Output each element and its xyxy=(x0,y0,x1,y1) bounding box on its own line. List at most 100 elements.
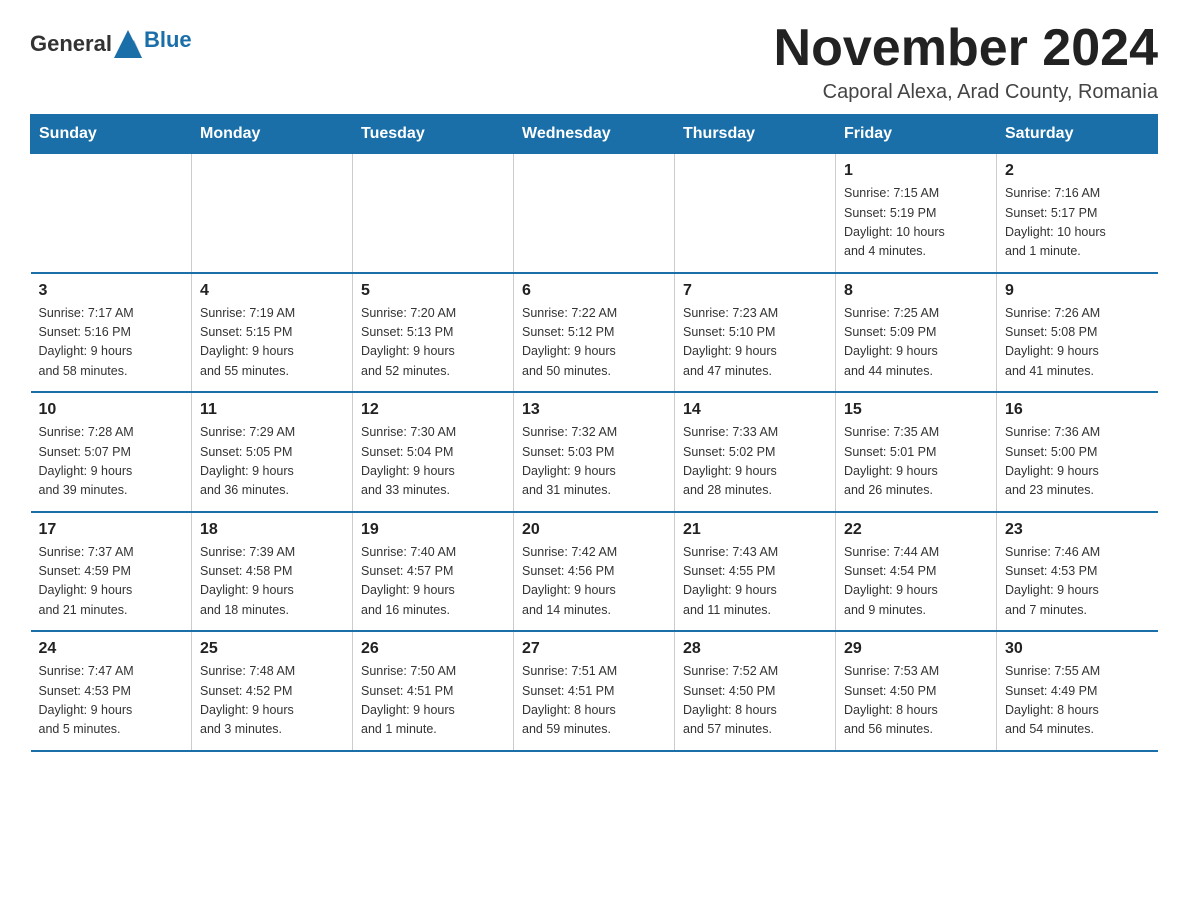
logo-general-text: General xyxy=(30,31,112,57)
title-area: November 2024 Caporal Alexa, Arad County… xyxy=(774,20,1158,104)
weekday-header-friday: Friday xyxy=(836,115,997,154)
day-number: 10 xyxy=(39,401,184,419)
calendar-body: 1Sunrise: 7:15 AM Sunset: 5:19 PM Daylig… xyxy=(31,154,1158,751)
day-info: Sunrise: 7:26 AM Sunset: 5:08 PM Dayligh… xyxy=(1005,304,1150,382)
calendar-cell xyxy=(353,154,514,273)
calendar-cell: 15 Sunrise: 7:35 AM Sunset: 5:01 PM Dayli… xyxy=(836,392,997,512)
calendar-cell xyxy=(675,154,836,273)
day-info: Sunrise: 7:16 AM Sunset: 5:17 PM Dayligh… xyxy=(1005,184,1150,262)
calendar-cell: 4Sunrise: 7:19 AM Sunset: 5:15 PM Daylig… xyxy=(192,273,353,393)
day-info: Sunrise: 7:46 AM Sunset: 4:53 PM Dayligh… xyxy=(1005,543,1150,621)
calendar-cell: 27 Sunrise: 7:51 AM Sunset: 4:51 PM Dayli… xyxy=(514,631,675,751)
day-info: Sunrise: 7:37 AM Sunset: 4:59 PM Dayligh… xyxy=(39,543,184,621)
day-info: Sunrise: 7:33 AM Sunset: 5:02 PM Dayligh… xyxy=(683,423,827,501)
day-info: Sunrise: 7:39 AM Sunset: 4:58 PM Dayligh… xyxy=(200,543,344,621)
day-number: 6 xyxy=(522,282,666,300)
day-info: Sunrise: 7:42 AM Sunset: 4:56 PM Dayligh… xyxy=(522,543,666,621)
day-info: Sunrise: 7:28 AM Sunset: 5:07 PM Dayligh… xyxy=(39,423,184,501)
calendar-cell: 6 Sunrise: 7:22 AM Sunset: 5:12 PM Daylig… xyxy=(514,273,675,393)
day-number: 27 xyxy=(522,640,666,658)
day-number: 24 xyxy=(39,640,184,658)
calendar-cell: 1Sunrise: 7:15 AM Sunset: 5:19 PM Daylig… xyxy=(836,154,997,273)
day-number: 22 xyxy=(844,521,988,539)
day-number: 14 xyxy=(683,401,827,419)
calendar-cell: 13Sunrise: 7:32 AM Sunset: 5:03 PM Dayli… xyxy=(514,392,675,512)
day-info: Sunrise: 7:44 AM Sunset: 4:54 PM Dayligh… xyxy=(844,543,988,621)
calendar-cell: 19 Sunrise: 7:40 AM Sunset: 4:57 PM Dayli… xyxy=(353,512,514,632)
day-info: Sunrise: 7:35 AM Sunset: 5:01 PM Dayligh… xyxy=(844,423,988,501)
calendar-cell xyxy=(31,154,192,273)
day-info: Sunrise: 7:55 AM Sunset: 4:49 PM Dayligh… xyxy=(1005,662,1150,740)
calendar-cell: 30Sunrise: 7:55 AM Sunset: 4:49 PM Dayli… xyxy=(997,631,1158,751)
day-info: Sunrise: 7:47 AM Sunset: 4:53 PM Dayligh… xyxy=(39,662,184,740)
day-info: Sunrise: 7:17 AM Sunset: 5:16 PM Dayligh… xyxy=(39,304,184,382)
day-number: 17 xyxy=(39,521,184,539)
day-info: Sunrise: 7:29 AM Sunset: 5:05 PM Dayligh… xyxy=(200,423,344,501)
calendar-cell: 22 Sunrise: 7:44 AM Sunset: 4:54 PM Dayli… xyxy=(836,512,997,632)
calendar-cell: 8 Sunrise: 7:25 AM Sunset: 5:09 PM Daylig… xyxy=(836,273,997,393)
day-number: 12 xyxy=(361,401,505,419)
page-header: General Blue November 2024 Caporal Alexa… xyxy=(30,20,1158,104)
weekday-header-saturday: Saturday xyxy=(997,115,1158,154)
day-info: Sunrise: 7:30 AM Sunset: 5:04 PM Dayligh… xyxy=(361,423,505,501)
day-info: Sunrise: 7:32 AM Sunset: 5:03 PM Dayligh… xyxy=(522,423,666,501)
calendar-cell: 18 Sunrise: 7:39 AM Sunset: 4:58 PM Dayli… xyxy=(192,512,353,632)
day-info: Sunrise: 7:25 AM Sunset: 5:09 PM Dayligh… xyxy=(844,304,988,382)
calendar-week-5: 24 Sunrise: 7:47 AM Sunset: 4:53 PM Dayli… xyxy=(31,631,1158,751)
day-number: 8 xyxy=(844,282,988,300)
weekday-header-sunday: Sunday xyxy=(31,115,192,154)
calendar-cell xyxy=(192,154,353,273)
day-number: 9 xyxy=(1005,282,1150,300)
day-number: 4 xyxy=(200,282,344,300)
day-info: Sunrise: 7:53 AM Sunset: 4:50 PM Dayligh… xyxy=(844,662,988,740)
day-number: 19 xyxy=(361,521,505,539)
calendar-cell: 21 Sunrise: 7:43 AM Sunset: 4:55 PM Dayli… xyxy=(675,512,836,632)
day-info: Sunrise: 7:52 AM Sunset: 4:50 PM Dayligh… xyxy=(683,662,827,740)
day-number: 25 xyxy=(200,640,344,658)
day-info: Sunrise: 7:50 AM Sunset: 4:51 PM Dayligh… xyxy=(361,662,505,740)
day-info: Sunrise: 7:36 AM Sunset: 5:00 PM Dayligh… xyxy=(1005,423,1150,501)
calendar-header: SundayMondayTuesdayWednesdayThursdayFrid… xyxy=(31,115,1158,154)
day-number: 5 xyxy=(361,282,505,300)
day-info: Sunrise: 7:15 AM Sunset: 5:19 PM Dayligh… xyxy=(844,184,988,262)
calendar-cell: 23 Sunrise: 7:46 AM Sunset: 4:53 PM Dayli… xyxy=(997,512,1158,632)
calendar-cell: 26 Sunrise: 7:50 AM Sunset: 4:51 PM Dayli… xyxy=(353,631,514,751)
weekday-header-wednesday: Wednesday xyxy=(514,115,675,154)
calendar-cell: 12 Sunrise: 7:30 AM Sunset: 5:04 PM Dayli… xyxy=(353,392,514,512)
calendar-cell: 28Sunrise: 7:52 AM Sunset: 4:50 PM Dayli… xyxy=(675,631,836,751)
month-title: November 2024 xyxy=(774,20,1158,77)
day-info: Sunrise: 7:23 AM Sunset: 5:10 PM Dayligh… xyxy=(683,304,827,382)
calendar-cell: 9 Sunrise: 7:26 AM Sunset: 5:08 PM Daylig… xyxy=(997,273,1158,393)
calendar-cell: 7 Sunrise: 7:23 AM Sunset: 5:10 PM Daylig… xyxy=(675,273,836,393)
calendar-week-2: 3Sunrise: 7:17 AM Sunset: 5:16 PM Daylig… xyxy=(31,273,1158,393)
calendar-week-4: 17 Sunrise: 7:37 AM Sunset: 4:59 PM Dayli… xyxy=(31,512,1158,632)
calendar-cell: 20Sunrise: 7:42 AM Sunset: 4:56 PM Dayli… xyxy=(514,512,675,632)
day-info: Sunrise: 7:51 AM Sunset: 4:51 PM Dayligh… xyxy=(522,662,666,740)
day-number: 16 xyxy=(1005,401,1150,419)
calendar-week-1: 1Sunrise: 7:15 AM Sunset: 5:19 PM Daylig… xyxy=(31,154,1158,273)
calendar-cell: 5Sunrise: 7:20 AM Sunset: 5:13 PM Daylig… xyxy=(353,273,514,393)
day-number: 23 xyxy=(1005,521,1150,539)
calendar-cell: 14 Sunrise: 7:33 AM Sunset: 5:02 PM Dayli… xyxy=(675,392,836,512)
calendar-cell: 29 Sunrise: 7:53 AM Sunset: 4:50 PM Dayli… xyxy=(836,631,997,751)
calendar-week-3: 10 Sunrise: 7:28 AM Sunset: 5:07 PM Dayli… xyxy=(31,392,1158,512)
day-number: 26 xyxy=(361,640,505,658)
calendar-cell xyxy=(514,154,675,273)
calendar-cell: 3Sunrise: 7:17 AM Sunset: 5:16 PM Daylig… xyxy=(31,273,192,393)
day-info: Sunrise: 7:40 AM Sunset: 4:57 PM Dayligh… xyxy=(361,543,505,621)
day-number: 29 xyxy=(844,640,988,658)
calendar-cell: 17 Sunrise: 7:37 AM Sunset: 4:59 PM Dayli… xyxy=(31,512,192,632)
calendar-cell: 10 Sunrise: 7:28 AM Sunset: 5:07 PM Dayli… xyxy=(31,392,192,512)
logo-blue-text: Blue xyxy=(144,27,192,53)
day-number: 18 xyxy=(200,521,344,539)
calendar-cell: 2 Sunrise: 7:16 AM Sunset: 5:17 PM Daylig… xyxy=(997,154,1158,273)
day-number: 21 xyxy=(683,521,827,539)
day-number: 2 xyxy=(1005,162,1150,180)
day-number: 7 xyxy=(683,282,827,300)
day-number: 15 xyxy=(844,401,988,419)
calendar-table: SundayMondayTuesdayWednesdayThursdayFrid… xyxy=(30,114,1158,752)
calendar-cell: 16 Sunrise: 7:36 AM Sunset: 5:00 PM Dayli… xyxy=(997,392,1158,512)
day-info: Sunrise: 7:22 AM Sunset: 5:12 PM Dayligh… xyxy=(522,304,666,382)
day-info: Sunrise: 7:43 AM Sunset: 4:55 PM Dayligh… xyxy=(683,543,827,621)
logo: General Blue xyxy=(30,30,192,58)
